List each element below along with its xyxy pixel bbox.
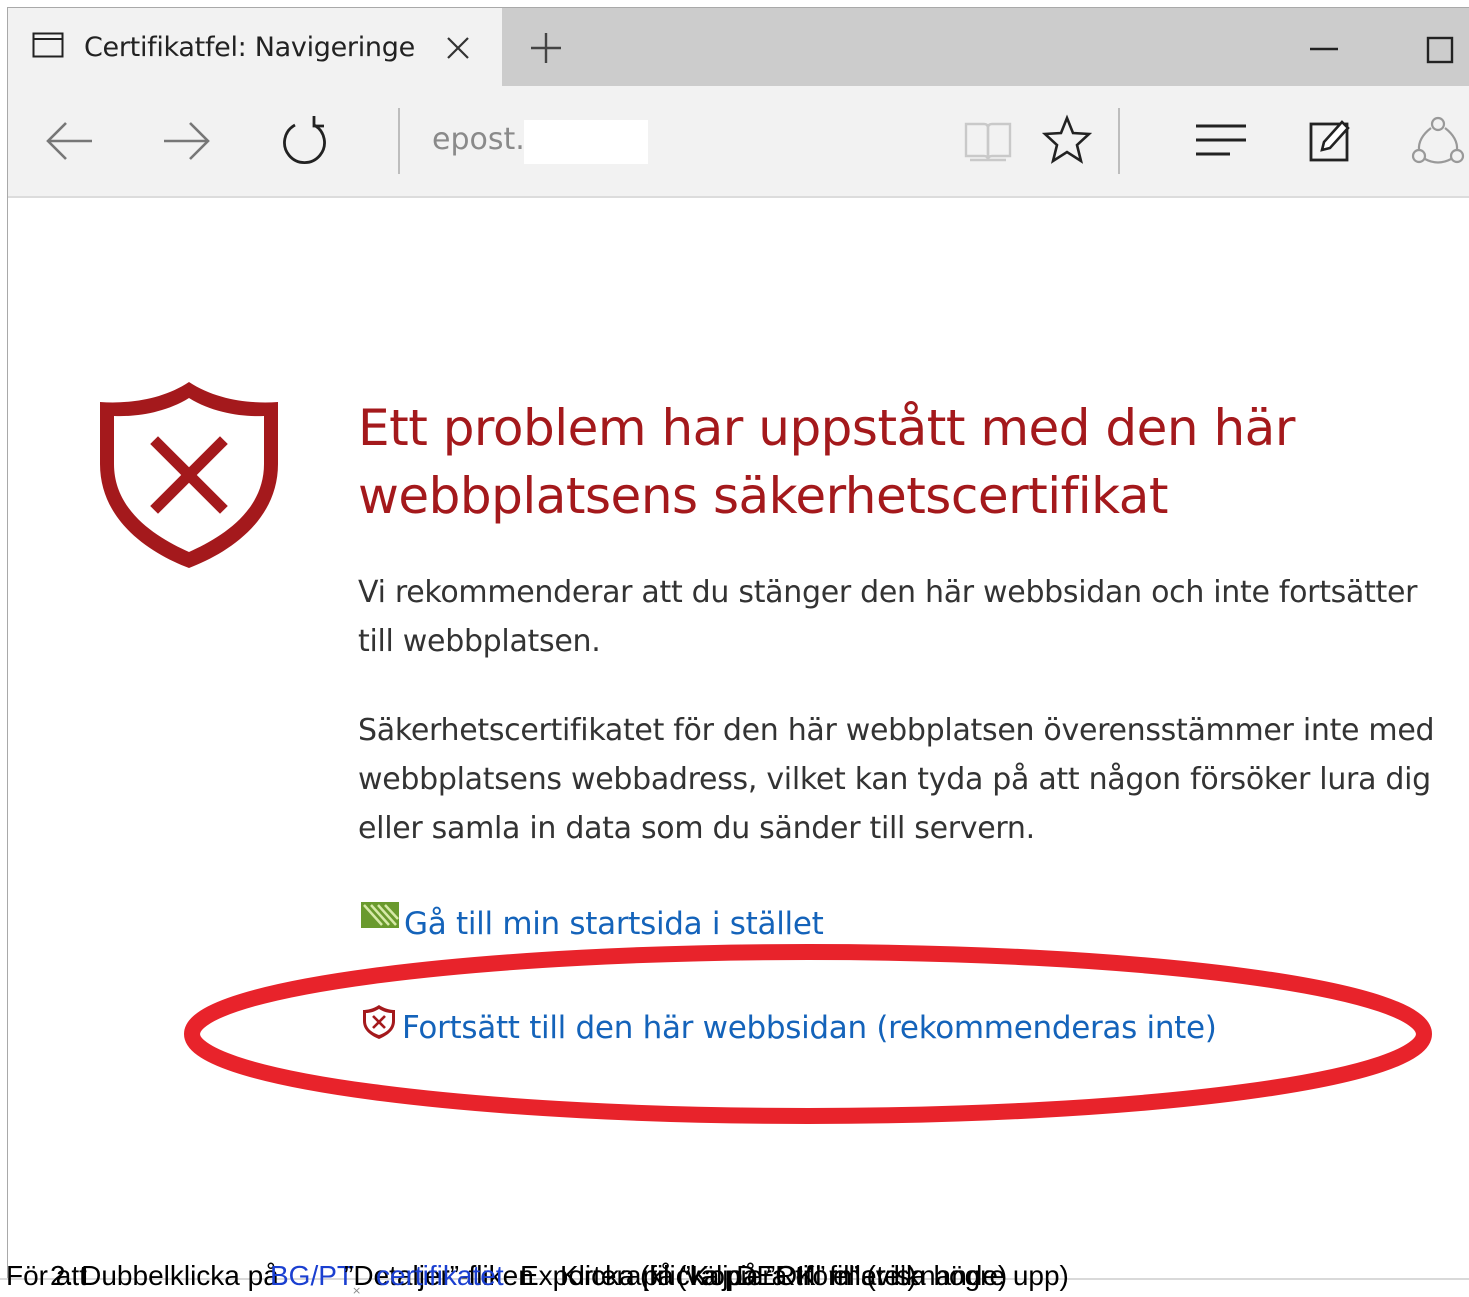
back-arrow-icon[interactable]: [42, 116, 98, 166]
address-redaction: [524, 120, 648, 164]
tab-active[interactable]: Certifikatfel: Navigeringe: [8, 8, 502, 86]
close-icon[interactable]: ×: [352, 1284, 361, 1297]
tab-title: Certifikatfel: Navigeringe: [84, 32, 415, 63]
recommendation-text: Vi rekommenderar att du stänger den här …: [358, 575, 1418, 659]
toolbar-separator: [1118, 108, 1120, 174]
home-page-icon: [361, 902, 399, 928]
certificate-explanation: Säkerhetscertifikatet för den här webbpl…: [358, 713, 1435, 846]
home-link-row: Gå till min startsida i stället: [360, 902, 824, 946]
tab-page-icon: [32, 32, 64, 58]
toolbar-separator: [398, 108, 400, 174]
maximize-icon[interactable]: [1420, 32, 1460, 68]
reading-view-icon[interactable]: [962, 118, 1014, 166]
hub-icon[interactable]: [1194, 122, 1248, 158]
footer-link[interactable]: certifikatet: [376, 1258, 504, 1294]
close-icon[interactable]: [442, 32, 474, 64]
footer-overlay-text: För att 2. Dubbelklicka på BG/PT ”Detalj…: [0, 1258, 1469, 1294]
footer-link[interactable]: BG/PT: [270, 1258, 354, 1294]
footer-text: 2. Dubbelklicka på: [50, 1260, 279, 1291]
shield-warning-icon: [363, 1005, 395, 1039]
refresh-icon[interactable]: [278, 112, 332, 170]
navigation-bar: epost.: [8, 86, 1469, 198]
web-note-icon[interactable]: [1308, 116, 1352, 164]
footer-text: (klicka på ”OK” eller liknande): [640, 1260, 1008, 1291]
shield-error-icon: [100, 382, 278, 568]
tab-strip: Certifikatfel: Navigeringe: [8, 8, 1469, 86]
address-bar[interactable]: epost.: [432, 120, 525, 160]
window-border: [7, 8, 8, 1278]
share-icon[interactable]: [1410, 114, 1466, 170]
forward-arrow-icon[interactable]: [158, 116, 214, 166]
minimize-icon[interactable]: [1304, 34, 1344, 64]
plus-icon[interactable]: [528, 30, 564, 66]
go-to-start-page-link[interactable]: Gå till min startsida i stället: [404, 902, 824, 946]
page-title: Ett problem har uppstått med den här web…: [358, 399, 1295, 525]
continue-to-webpage-link[interactable]: Fortsätt till den här webbsidan (rekomme…: [402, 1006, 1217, 1050]
continue-link-row: Fortsätt till den här webbsidan (rekomme…: [360, 1005, 1217, 1050]
star-icon[interactable]: [1042, 114, 1092, 166]
